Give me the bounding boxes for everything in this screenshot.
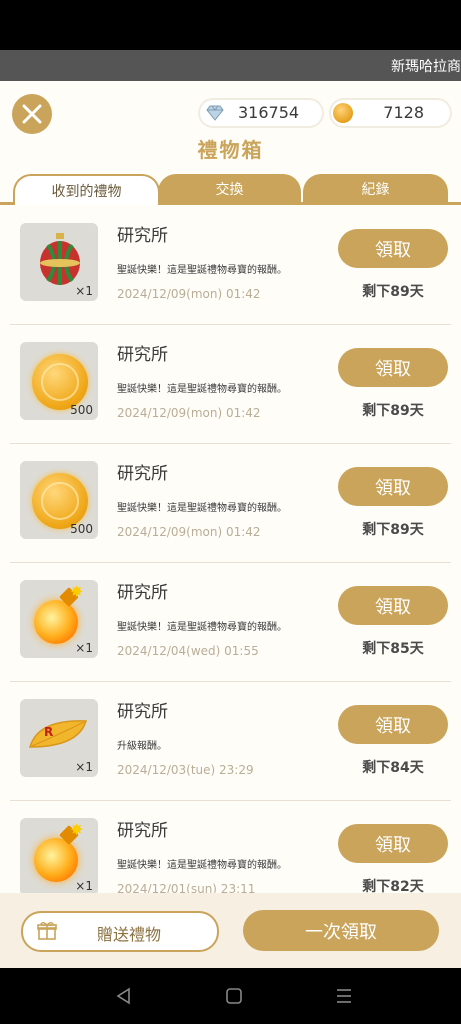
claim-button[interactable]: 領取: [338, 467, 448, 506]
close-icon: [22, 104, 42, 124]
days-remaining: 剩下82天: [362, 879, 424, 893]
gift-sender: 研究所: [117, 226, 168, 246]
gift-row: ×1 研究所 聖誕快樂！這是聖誕禮物尋寶的報酬。 2024/12/09(mon)…: [10, 205, 451, 325]
item-thumbnail: ✸ ×1: [20, 818, 98, 893]
send-gift-button[interactable]: 贈送禮物: [21, 911, 219, 952]
coin-icon: [333, 103, 353, 123]
days-remaining: 剩下85天: [362, 641, 424, 657]
gift-row: 500 研究所 聖誕快樂！這是聖誕禮物尋寶的報酬。 2024/12/09(mon…: [10, 443, 451, 563]
claim-button[interactable]: 領取: [338, 229, 448, 268]
gem-count: 316754: [238, 103, 300, 122]
send-gift-label: 贈送禮物: [97, 925, 162, 944]
gift-message: 升級報酬。: [117, 741, 167, 752]
gift-sender: 研究所: [117, 583, 168, 603]
back-icon[interactable]: [114, 986, 134, 1006]
claim-button[interactable]: 領取: [338, 348, 448, 387]
tab-label: 紀錄: [361, 182, 390, 198]
bomb-icon: [34, 600, 78, 644]
gift-date: 2024/12/09(mon) 01:42: [117, 287, 261, 301]
system-nav-bar: [0, 968, 461, 1024]
gift-message: 聖誕快樂！這是聖誕禮物尋寶的報酬。: [117, 384, 287, 395]
recent-apps-icon[interactable]: [334, 986, 354, 1006]
ornament-icon: [40, 233, 80, 285]
gift-date: 2024/12/09(mon) 01:42: [117, 406, 261, 420]
gift-row: ✸ ×1 研究所 聖誕快樂！這是聖誕禮物尋寶的報酬。 2024/12/01(su…: [10, 800, 451, 893]
gift-row: R ×1 研究所 升級報酬。 2024/12/03(tue) 23:29 領取 …: [10, 681, 451, 801]
bomb-icon: [34, 838, 78, 882]
svg-text:R: R: [44, 725, 53, 739]
claim-button[interactable]: 領取: [338, 824, 448, 863]
home-icon[interactable]: [224, 986, 244, 1006]
tab-bar: 收到的禮物 交換 紀錄: [0, 174, 461, 205]
gift-list[interactable]: ×1 研究所 聖誕快樂！這是聖誕禮物尋寶的報酬。 2024/12/09(mon)…: [0, 205, 461, 893]
gem-balance: 316754: [198, 98, 324, 128]
tab-exchange[interactable]: 交換: [158, 174, 301, 204]
gift-row: 500 研究所 聖誕快樂！這是聖誕禮物尋寶的報酬。 2024/12/09(mon…: [10, 324, 451, 444]
days-remaining: 剩下89天: [362, 284, 424, 300]
gift-message: 聖誕快樂！這是聖誕禮物尋寶的報酬。: [117, 622, 287, 633]
gift-sender: 研究所: [117, 702, 168, 722]
item-thumbnail: ×1: [20, 223, 98, 301]
days-remaining: 剩下89天: [362, 522, 424, 538]
diamond-icon: [206, 105, 224, 121]
gift-message: 聖誕快樂！這是聖誕禮物尋寶的報酬。: [117, 860, 287, 871]
footer-bar: 贈送禮物 一次領取: [0, 893, 461, 968]
gift-sender: 研究所: [117, 821, 168, 841]
gift-date: 2024/12/09(mon) 01:42: [117, 525, 261, 539]
gift-icon: [37, 922, 57, 940]
gold-coin-icon: [32, 354, 88, 410]
tab-label: 收到的禮物: [51, 183, 122, 200]
item-quantity: ×1: [75, 284, 93, 298]
gift-row: ✸ ×1 研究所 聖誕快樂！這是聖誕禮物尋寶的報酬。 2024/12/04(we…: [10, 562, 451, 682]
item-quantity: 500: [70, 522, 93, 536]
gift-date: 2024/12/01(sun) 23:11: [117, 882, 256, 893]
claim-all-button[interactable]: 一次領取: [243, 910, 439, 951]
news-marquee: 新瑪哈拉商: [0, 50, 461, 81]
gift-box-panel: 316754 7128 禮物箱 收到的禮物 交換 紀錄 ×1 研究所 聖誕快樂！…: [0, 81, 461, 968]
item-quantity: ×1: [75, 879, 93, 893]
item-thumbnail: R ×1: [20, 699, 98, 777]
gift-date: 2024/12/03(tue) 23:29: [117, 763, 254, 777]
item-thumbnail: ✸ ×1: [20, 580, 98, 658]
item-quantity: ×1: [75, 641, 93, 655]
item-quantity: ×1: [75, 760, 93, 774]
tab-label: 交換: [215, 182, 244, 198]
coin-balance: 7128: [329, 98, 452, 128]
claim-button[interactable]: 領取: [338, 586, 448, 625]
leaf-ticket-icon: R: [29, 720, 88, 748]
tab-record[interactable]: 紀錄: [303, 174, 448, 204]
gold-coin-icon: [32, 473, 88, 529]
days-remaining: 剩下84天: [362, 760, 424, 776]
claim-button[interactable]: 領取: [338, 705, 448, 744]
item-quantity: 500: [70, 403, 93, 417]
gift-message: 聖誕快樂！這是聖誕禮物尋寶的報酬。: [117, 503, 287, 514]
tab-received-gifts[interactable]: 收到的禮物: [13, 174, 160, 205]
marquee-text: 新瑪哈拉商: [391, 59, 461, 75]
gift-sender: 研究所: [117, 464, 168, 484]
close-button[interactable]: [12, 94, 52, 134]
status-bar: [0, 0, 461, 50]
gift-date: 2024/12/04(wed) 01:55: [117, 644, 259, 658]
coin-count: 7128: [383, 103, 424, 122]
days-remaining: 剩下89天: [362, 403, 424, 419]
item-thumbnail: 500: [20, 461, 98, 539]
item-thumbnail: 500: [20, 342, 98, 420]
spark-icon: ✸: [70, 582, 84, 601]
gift-sender: 研究所: [117, 345, 168, 365]
spark-icon: ✸: [70, 820, 84, 839]
gift-message: 聖誕快樂！這是聖誕禮物尋寶的報酬。: [117, 265, 287, 276]
page-title: 禮物箱: [197, 138, 264, 162]
